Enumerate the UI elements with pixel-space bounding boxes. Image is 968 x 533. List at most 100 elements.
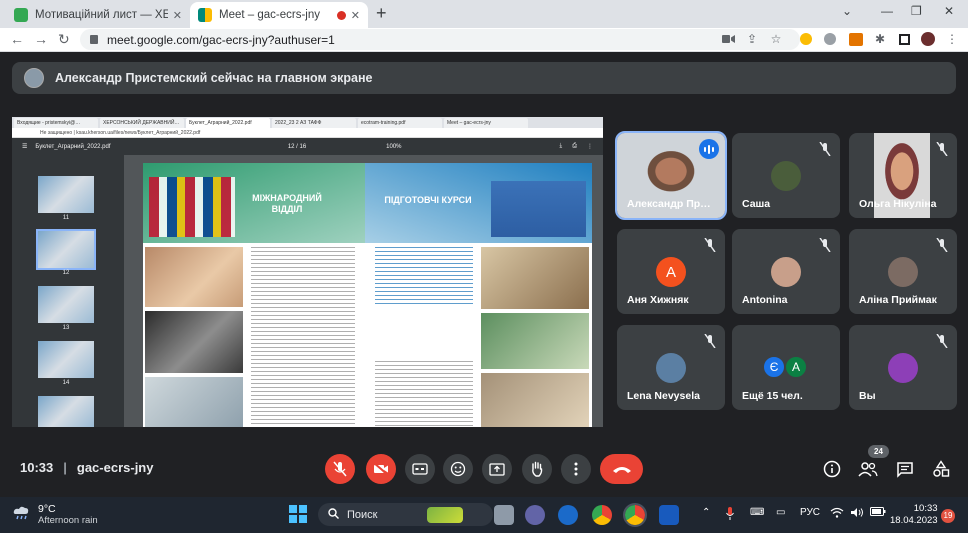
participant-avatar (656, 353, 686, 383)
team-photo (491, 181, 586, 237)
participant-tile[interactable]: Lena Nevysela (617, 325, 725, 410)
search-label: Поиск (347, 508, 378, 521)
mic-off-icon (818, 238, 832, 252)
meeting-details-icon[interactable] (821, 458, 843, 480)
shared-tab: Буклет_Аграрний_2022.pdf (186, 118, 270, 128)
text-column-left (251, 247, 355, 427)
profile-avatar[interactable] (920, 31, 936, 47)
forward-arrow-icon[interactable]: → (34, 31, 48, 47)
mic-off-icon (935, 142, 949, 156)
chrome-menu-icon[interactable]: ⋮ (944, 31, 960, 47)
shared-tab: ecotram-training.pdf (358, 118, 442, 128)
browser-tab-letter[interactable]: Мотиваційний лист — ХЕРСОНСЬКИЙ ✕ (6, 2, 190, 28)
captions-button[interactable] (405, 454, 435, 484)
taskbar-clock[interactable]: 10:33 18.04.2023 (890, 503, 938, 527)
bookmark-star-icon[interactable]: ☆ (768, 31, 784, 47)
pdf-print-icon: ⎙ (572, 143, 577, 149)
activities-icon[interactable] (930, 458, 952, 480)
thumbnail-number: 11 (62, 215, 70, 221)
translate-globe-icon[interactable] (822, 31, 838, 47)
task-view-icon[interactable] (494, 505, 514, 525)
pdf-thumbnail (38, 176, 94, 213)
shared-tab: ХЕРСОНСЬКИЙ ДЕРЖАВНИЙ… (100, 118, 184, 128)
windows-start-icon[interactable] (289, 505, 309, 525)
participant-tile[interactable]: Саша (732, 133, 840, 218)
new-tab-button[interactable]: + (376, 3, 387, 24)
camera-in-use-icon[interactable] (720, 31, 736, 47)
chrome-icon[interactable] (592, 505, 612, 525)
language-indicator[interactable]: РУС (800, 507, 820, 518)
brochure-page: МІЖНАРОДНИЙ ВІДДІЛ ПІДГОТОВЧІ КУРСИ (143, 163, 592, 427)
participant-tile[interactable]: Александр Пр… (615, 131, 727, 220)
tray-overflow-icon[interactable]: ⌃ (702, 507, 710, 518)
tab-search-icon[interactable]: ⌄ (842, 4, 852, 18)
present-screen-button[interactable] (482, 454, 512, 484)
close-tab-icon[interactable]: ✕ (351, 9, 360, 22)
search-icon (328, 507, 339, 522)
signal-app-icon[interactable] (558, 505, 578, 525)
back-arrow-icon[interactable]: ← (10, 31, 24, 47)
maximize-button[interactable]: ❐ (911, 4, 922, 18)
extensions-puzzle-icon[interactable]: ✱ (872, 31, 888, 47)
more-options-button[interactable] (561, 454, 591, 484)
participant-avatar (771, 161, 801, 191)
participant-tile[interactable]: Аліна Приймак (849, 229, 957, 314)
raise-hand-button[interactable] (522, 454, 552, 484)
more-participants-tile[interactable]: Є А Ещё 15 чел. (732, 325, 840, 410)
notification-badge[interactable]: 19 (941, 509, 955, 523)
battery-icon[interactable] (870, 507, 886, 519)
word-icon[interactable] (659, 505, 679, 525)
display-tray-icon[interactable]: ▭ (776, 507, 785, 518)
leave-call-button[interactable] (600, 454, 643, 484)
browser-tab-meet[interactable]: Meet – gac-ecrs-jny ✕ (190, 2, 368, 28)
presenter-banner-text: Александр Пристемский сейчас на главном … (55, 71, 373, 85)
sidebar-toggle-icon[interactable] (896, 31, 912, 47)
participant-avatar (888, 353, 918, 383)
extension-yellow-icon[interactable] (798, 31, 814, 47)
teams-chat-icon[interactable] (525, 505, 545, 525)
close-tab-icon[interactable]: ✕ (173, 9, 182, 22)
url-input[interactable]: meet.google.com/gac-ecrs-jny?authuser=1 (80, 29, 800, 50)
campus-photo (145, 377, 243, 427)
microphone-tray-icon[interactable] (726, 507, 734, 523)
wifi-icon[interactable] (830, 507, 844, 521)
pdf-download-icon: ⤓ (559, 143, 563, 149)
lock-icon (90, 35, 98, 44)
meeting-time: 10:33 (20, 460, 54, 475)
thumbnail-number: 14 (62, 380, 70, 386)
participant-count-badge: 24 (868, 445, 889, 458)
participant-tile[interactable]: Ольга Нікуліна (849, 133, 957, 218)
minimize-button[interactable]: — (881, 4, 893, 18)
participant-name: Аня Хижняк (627, 294, 689, 306)
keyboard-tray-icon[interactable]: ⌨ (750, 507, 764, 518)
participant-tile[interactable]: А Аня Хижняк (617, 229, 725, 314)
weather-text: 9°C Afternoon rain (38, 503, 98, 527)
shared-screen[interactable]: Входящие - pristemskyi@… ХЕРСОНСЬКИЙ ДЕР… (12, 117, 603, 427)
speaking-indicator-icon (699, 139, 719, 159)
chat-icon[interactable] (894, 458, 916, 480)
pdf-filename: Буклет_Аграрний_2022.pdf (35, 143, 111, 150)
participant-tile[interactable]: Antonina (732, 229, 840, 314)
people-icon[interactable] (857, 458, 879, 480)
shared-tab: 2022_23 2 АЗ ТАФФ (272, 118, 356, 128)
share-icon[interactable]: ⇪ (744, 31, 760, 47)
reactions-button[interactable] (443, 454, 473, 484)
taskbar-search[interactable]: Поиск (318, 503, 493, 526)
participant-name: Ольга Нікуліна (859, 198, 937, 210)
presenter-avatar (24, 68, 44, 88)
extension-off-icon[interactable] (848, 31, 864, 47)
weather-widget[interactable]: 9°C Afternoon rain (12, 503, 98, 527)
volume-icon[interactable] (850, 507, 864, 521)
self-tile[interactable]: Вы (849, 325, 957, 410)
more-participants-label: Ещё 15 чел. (742, 390, 803, 402)
camera-toggle-button[interactable] (366, 454, 396, 484)
clock-date: 18.04.2023 (890, 515, 938, 526)
chrome-active-icon[interactable] (623, 503, 647, 527)
shared-url: Не защищено | ksau.kherson.ua/files/news… (12, 128, 603, 138)
reload-icon[interactable]: ↻ (58, 31, 70, 48)
close-window-button[interactable]: ✕ (944, 4, 954, 18)
mic-toggle-button[interactable] (325, 454, 355, 484)
pdf-viewer: 11 12 13 14 МІЖНАРОДНИЙ ВІДДІЛ ПІДГОТОВЧ… (12, 155, 603, 427)
text-column-blue (375, 247, 473, 305)
thumbnail-number: 12 (62, 270, 70, 276)
